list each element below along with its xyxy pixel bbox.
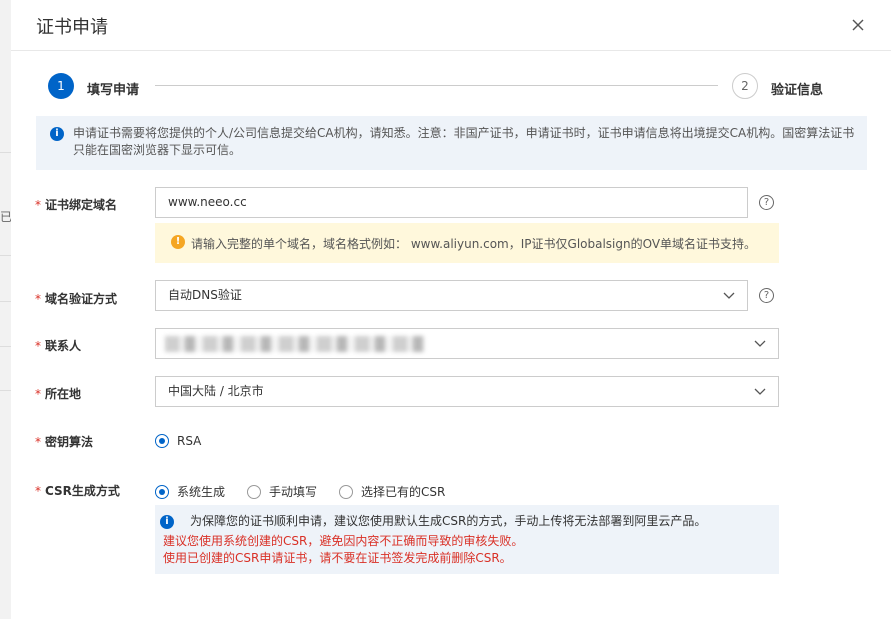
csr-warning-2: 使用已创建的CSR申请证书，请不要在证书签发完成前删除CSR。 xyxy=(163,551,512,565)
domain-help-icon[interactable]: ? xyxy=(759,195,774,210)
csr-info-text: 为保障您的证书顺利申请，建议您使用默认生成CSR的方式，手动上传将无法部署到阿里… xyxy=(190,514,707,528)
backdrop-divider xyxy=(0,255,11,256)
step-1-label: 填写申请 xyxy=(87,83,140,98)
location-select[interactable]: 中国大陆 / 北京市 xyxy=(155,376,779,407)
close-button[interactable] xyxy=(847,14,869,36)
domain-input[interactable]: www.neeo.cc xyxy=(155,187,748,218)
csr-radio-group: 系统生成 手动填写 选择已有的CSR xyxy=(155,483,467,500)
info-icon: i xyxy=(50,127,64,141)
domain-hint: ! 请输入完整的单个域名，域名格式例如： www.aliyun.com，IP证书… xyxy=(155,223,779,263)
backdrop-divider xyxy=(0,152,11,153)
csr-info-box: i 为保障您的证书顺利申请，建议您使用默认生成CSR的方式，手动上传将无法部署到… xyxy=(155,505,779,574)
radio-system-generate[interactable]: 系统生成 xyxy=(155,483,225,500)
radio-manual-input[interactable]: 手动填写 xyxy=(247,483,317,500)
radio-existing-csr-label: 选择已有的CSR xyxy=(361,485,446,499)
radio-button-checked[interactable] xyxy=(155,434,169,448)
key-algorithm-radio-group: RSA xyxy=(155,434,223,448)
radio-manual-input-label: 手动填写 xyxy=(269,485,318,499)
contact-label: * 联系人 xyxy=(35,339,82,353)
verify-method-label: * 域名验证方式 xyxy=(35,292,118,306)
backdrop-page: 已 xyxy=(0,0,12,619)
certificate-application-dialog: 证书申请 1 填写申请 2 验证信息 i 申请证书需要将您提供的个人/公司信息提… xyxy=(11,0,891,619)
step-connector xyxy=(155,85,718,86)
radio-button[interactable] xyxy=(339,484,354,499)
step-2-indicator: 2 xyxy=(732,73,758,99)
warning-icon: ! xyxy=(171,235,185,249)
csr-label: * CSR生成方式 xyxy=(35,484,120,498)
step-2-label: 验证信息 xyxy=(771,83,824,98)
info-icon: i xyxy=(160,515,174,529)
verify-method-value: 自动DNS验证 xyxy=(168,288,242,302)
verify-method-help-icon[interactable]: ? xyxy=(759,288,774,303)
privacy-notice-text: 申请证书需要将您提供的个人/公司信息提交给CA机构，请知悉。注意：非国产证书，申… xyxy=(73,126,855,157)
radio-button[interactable] xyxy=(247,484,262,499)
close-icon xyxy=(852,19,864,31)
radio-rsa-label: RSA xyxy=(177,434,202,448)
location-label: * 所在地 xyxy=(35,387,82,401)
radio-rsa[interactable]: RSA xyxy=(155,434,201,448)
chevron-down-icon xyxy=(754,340,766,347)
contact-redacted-value xyxy=(165,336,425,352)
dialog-title: 证书申请 xyxy=(36,17,108,38)
csr-warning-1: 建议您使用系统创建的CSR，避免因内容不正确而导致的审核失败。 xyxy=(163,534,524,548)
privacy-notice: i 申请证书需要将您提供的个人/公司信息提交给CA机构，请知悉。注意：非国产证书… xyxy=(36,116,867,170)
radio-button-checked[interactable] xyxy=(155,484,169,499)
backdrop-divider xyxy=(0,301,11,302)
radio-existing-csr[interactable]: 选择已有的CSR xyxy=(339,483,445,500)
radio-system-generate-label: 系统生成 xyxy=(177,485,226,499)
location-value: 中国大陆 / 北京市 xyxy=(168,384,264,398)
backdrop-divider xyxy=(0,390,11,391)
domain-hint-text: 请输入完整的单个域名，域名格式例如： www.aliyun.com，IP证书仅G… xyxy=(191,237,757,251)
chevron-down-icon xyxy=(723,292,735,299)
step-1-indicator: 1 xyxy=(48,73,74,99)
verify-method-select[interactable]: 自动DNS验证 xyxy=(155,280,748,311)
key-algorithm-label: * 密钥算法 xyxy=(35,435,94,449)
dialog-header: 证书申请 xyxy=(11,0,891,51)
backdrop-divider xyxy=(0,346,11,347)
chevron-down-icon xyxy=(754,388,766,395)
domain-label: * 证书绑定域名 xyxy=(35,198,118,212)
